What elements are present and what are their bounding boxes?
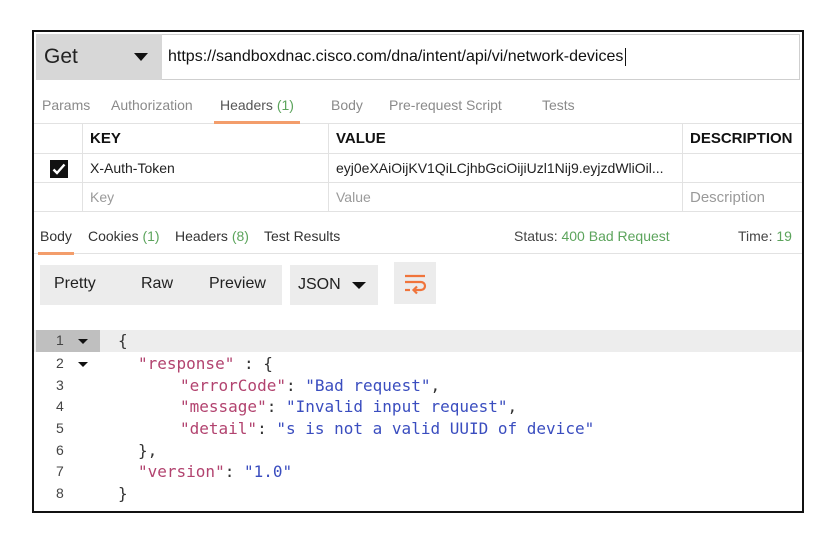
tab-response-headers-label: Headers bbox=[175, 228, 228, 244]
view-mode-group: Pretty Raw Preview bbox=[40, 265, 282, 305]
table-header-row: KEY VALUE DESCRIPTION bbox=[34, 124, 802, 154]
code-text: } bbox=[118, 484, 128, 503]
fold-toggle-icon[interactable] bbox=[78, 362, 88, 367]
response-body-code[interactable]: 1 { 2 "response" : { 3 "errorCode": "Bad… bbox=[34, 330, 802, 510]
line-number: 2 bbox=[56, 355, 64, 371]
response-tabs: Body Cookies (1) Headers (8) Test Result… bbox=[34, 220, 802, 255]
column-header-value: VALUE bbox=[336, 130, 386, 147]
time-label: Time: bbox=[738, 228, 773, 244]
headers-table: KEY VALUE DESCRIPTION X-Auth-Token eyj0e… bbox=[34, 124, 802, 212]
header-key-field[interactable]: X-Auth-Token bbox=[90, 154, 322, 182]
code-text: "response" : { bbox=[138, 354, 273, 373]
line-number: 6 bbox=[56, 442, 64, 458]
time-value: 19 bbox=[776, 228, 792, 244]
method-select[interactable]: Get bbox=[36, 34, 162, 80]
fold-toggle-icon[interactable] bbox=[78, 339, 88, 344]
code-line: 6 }, bbox=[34, 440, 802, 462]
header-value-field[interactable]: eyj0eXAiOijKV1QiLCjhbGciOijiUzl1Nij9.eyj… bbox=[336, 154, 676, 182]
tab-cookies-count: (1) bbox=[142, 228, 160, 244]
code-text: }, bbox=[138, 441, 158, 460]
time-indicator: Time: 19 bbox=[738, 228, 792, 244]
row-enabled-checkbox[interactable] bbox=[50, 160, 68, 178]
tab-headers-label: Headers bbox=[220, 97, 273, 113]
code-line: 8 } bbox=[34, 483, 802, 505]
code-line: 5 "detail": "s is not a valid UUID of de… bbox=[34, 418, 802, 440]
line-number: 5 bbox=[56, 420, 64, 436]
tab-prerequest-script[interactable]: Pre-request Script bbox=[389, 97, 502, 113]
table-row: X-Auth-Token eyj0eXAiOijKV1QiLCjhbGciOij… bbox=[34, 154, 802, 183]
format-label: JSON bbox=[298, 276, 341, 293]
tab-cookies-label: Cookies bbox=[88, 228, 139, 244]
tab-test-results[interactable]: Test Results bbox=[264, 228, 340, 244]
tab-authorization[interactable]: Authorization bbox=[111, 97, 193, 113]
tab-response-headers[interactable]: Headers (8) bbox=[175, 228, 249, 244]
line-number: 7 bbox=[56, 463, 64, 479]
json-key: "errorCode" bbox=[180, 376, 286, 395]
new-key-input[interactable]: Key bbox=[90, 183, 114, 211]
postman-window: Get https://sandboxdnac.cisco.com/dna/in… bbox=[32, 30, 804, 513]
code-line: 3 "errorCode": "Bad request", bbox=[34, 375, 802, 397]
request-tabs: Params Authorization Headers (1) Body Pr… bbox=[34, 90, 802, 124]
code-line: 1 { bbox=[34, 330, 802, 352]
tab-response-body[interactable]: Body bbox=[38, 228, 74, 255]
text-cursor bbox=[625, 48, 627, 66]
json-string: "Bad request" bbox=[305, 376, 431, 395]
status-indicator: Status: 400 Bad Request bbox=[514, 228, 670, 244]
tab-body[interactable]: Body bbox=[331, 97, 363, 113]
json-punct: : { bbox=[234, 354, 273, 373]
status-code: 400 bbox=[561, 228, 585, 244]
json-string: "Invalid input request" bbox=[285, 397, 508, 416]
line-number: 1 bbox=[56, 332, 64, 348]
checkmark-icon bbox=[52, 163, 66, 175]
tab-params[interactable]: Params bbox=[42, 97, 90, 113]
code-line: 2 "response" : { bbox=[34, 353, 802, 375]
code-text: "message": "Invalid input request", bbox=[180, 397, 518, 416]
column-header-description: DESCRIPTION bbox=[690, 130, 793, 147]
json-string: "1.0" bbox=[243, 462, 293, 481]
json-string: "s is not a valid UUID of device" bbox=[276, 419, 595, 438]
code-text: "version": "1.0" bbox=[138, 462, 293, 481]
code-line: 7 "version": "1.0" bbox=[34, 461, 802, 483]
code-text: "errorCode": "Bad request", bbox=[180, 376, 441, 395]
status-label: Status: bbox=[514, 228, 558, 244]
json-key: "response" bbox=[138, 354, 235, 373]
code-line: 4 "message": "Invalid input request", bbox=[34, 396, 802, 418]
status-text: Bad Request bbox=[588, 228, 670, 244]
url-bar: Get https://sandboxdnac.cisco.com/dna/in… bbox=[34, 32, 802, 84]
wrap-lines-button[interactable] bbox=[394, 262, 436, 304]
line-number: 8 bbox=[56, 485, 64, 501]
tab-response-headers-count: (8) bbox=[231, 228, 249, 244]
tab-cookies[interactable]: Cookies (1) bbox=[88, 228, 160, 244]
code-text: "detail": "s is not a valid UUID of devi… bbox=[180, 419, 595, 438]
url-text: https://sandboxdnac.cisco.com/dna/intent… bbox=[168, 48, 624, 65]
active-line-gutter bbox=[36, 330, 100, 352]
wrap-lines-icon bbox=[405, 274, 427, 295]
pretty-button[interactable]: Pretty bbox=[54, 275, 96, 293]
format-select[interactable]: JSON bbox=[290, 265, 378, 305]
url-input[interactable]: https://sandboxdnac.cisco.com/dna/intent… bbox=[162, 34, 800, 80]
chevron-down-icon bbox=[352, 282, 366, 289]
header-description-field[interactable] bbox=[690, 154, 800, 182]
json-key: "version" bbox=[138, 462, 225, 481]
method-label: Get bbox=[44, 45, 78, 68]
chevron-down-icon bbox=[134, 53, 148, 61]
new-description-input[interactable]: Description bbox=[690, 183, 765, 211]
tab-headers[interactable]: Headers (1) bbox=[214, 97, 300, 124]
new-value-input[interactable]: Value bbox=[336, 183, 371, 211]
line-number: 4 bbox=[56, 398, 64, 414]
table-row-new: Key Value Description bbox=[34, 183, 802, 212]
tab-headers-count: (1) bbox=[276, 97, 294, 113]
tab-tests[interactable]: Tests bbox=[542, 97, 575, 113]
column-header-key: KEY bbox=[90, 130, 121, 147]
json-key: "detail" bbox=[180, 419, 258, 438]
code-text: { bbox=[118, 331, 128, 350]
line-number: 3 bbox=[56, 377, 64, 393]
json-key: "message" bbox=[180, 397, 267, 416]
response-view-toolbar: Pretty Raw Preview JSON bbox=[36, 262, 800, 314]
raw-button[interactable]: Raw bbox=[141, 275, 173, 293]
preview-button[interactable]: Preview bbox=[209, 275, 266, 293]
